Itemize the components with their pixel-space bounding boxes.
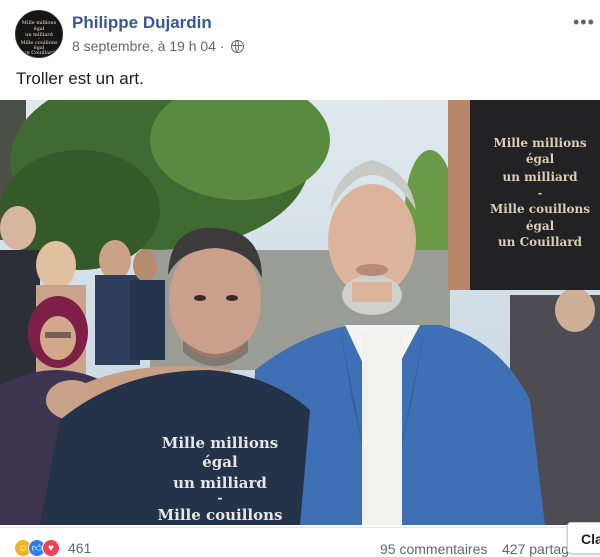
post-photo[interactable]: Mille millions égal un milliard - Mille … — [0, 100, 600, 525]
love-icon: ♥ — [42, 539, 60, 557]
avatar-text-line: un Couillard — [23, 50, 55, 56]
inset-text-line: - — [538, 187, 543, 200]
avatar[interactable]: Mille millions égal un milliard - Mille … — [15, 10, 63, 58]
post-header: Mille millions égal un milliard - Mille … — [0, 0, 600, 64]
globe-icon[interactable] — [230, 39, 244, 53]
reactions-summary[interactable]: ☺ 👍︎ ♥ 461 — [14, 539, 91, 557]
shirt-text-line: - — [217, 491, 222, 506]
more-options-icon[interactable]: ••• — [573, 12, 595, 33]
inset-text-line: Mille millions — [493, 136, 586, 150]
shirt-text-line: un milliard — [173, 474, 267, 492]
shirt-text-line: Mille millions — [162, 434, 278, 452]
facebook-post: Mille millions égal un milliard - Mille … — [0, 0, 600, 557]
photo-illustration: Mille millions égal un milliard - Mille … — [0, 100, 600, 525]
shirt-text-line: Mille couillons — [158, 506, 283, 524]
comments-count[interactable]: 95 commentaires — [380, 541, 487, 557]
post-footer: ☺ 👍︎ ♥ 461 95 commentaires 427 partages — [0, 527, 600, 557]
inset-text-line: égal — [526, 152, 555, 166]
post-timestamp[interactable]: 8 septembre, à 19 h 04 · — [72, 38, 225, 54]
author-name[interactable]: Philippe Dujardin — [72, 13, 212, 33]
post-meta: 8 septembre, à 19 h 04 · — [72, 38, 244, 54]
inset-text-line: égal — [526, 219, 555, 233]
post-caption: Troller est un art. — [16, 69, 144, 88]
inset-text-line: un Couillard — [498, 235, 583, 249]
overlay-button[interactable]: Cla — [567, 522, 600, 554]
shirt-text-line: égal — [202, 453, 238, 471]
inset-text-line: Mille couillons — [490, 202, 590, 216]
inset-text-line: un milliard — [502, 170, 578, 184]
